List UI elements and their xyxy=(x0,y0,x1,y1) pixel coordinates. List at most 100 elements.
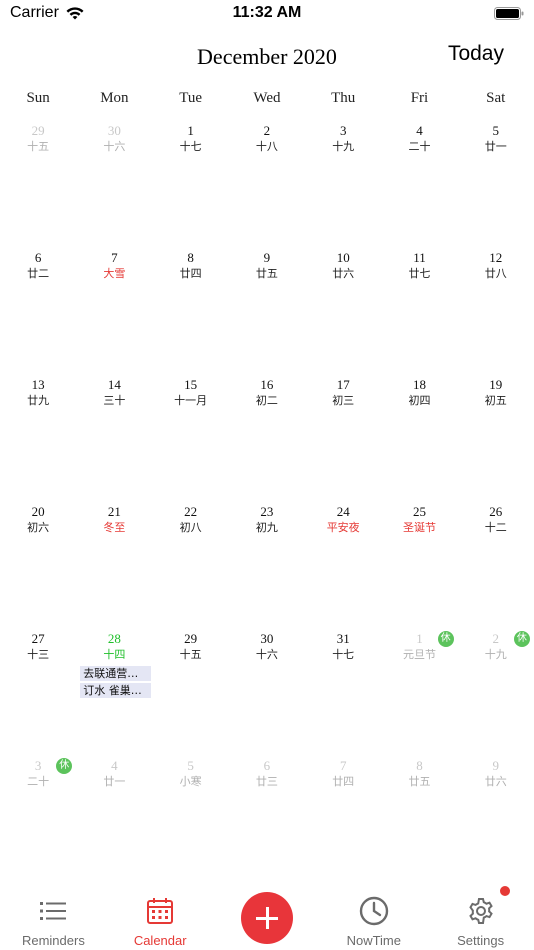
day-cell[interactable]: 4 廿一 xyxy=(76,755,152,882)
day-cell[interactable]: 19 初五 xyxy=(458,374,534,501)
lunar-date: 三十 xyxy=(103,394,126,407)
day-cell[interactable]: 30 十六 xyxy=(76,120,152,247)
lunar-date: 十七 xyxy=(332,648,355,661)
day-cell[interactable]: 4 二十 xyxy=(381,120,457,247)
day-cell[interactable]: 8 廿四 xyxy=(153,247,229,374)
lunar-date: 十一月 xyxy=(174,394,208,407)
lunar-date: 初二 xyxy=(255,394,278,407)
day-number: 25 xyxy=(412,504,426,519)
week-row: 20 初六 21 冬至 22 初八 23 初九 24 平安夜 25 圣诞节 26 十二 xyxy=(0,501,534,628)
tab-reminders[interactable]: Reminders xyxy=(0,880,107,950)
day-cell[interactable]: 3 十九 xyxy=(305,120,381,247)
calendar-icon xyxy=(147,898,174,924)
day-number: 11 xyxy=(413,250,426,265)
event-chip[interactable]: 订水 雀巢… xyxy=(80,683,151,698)
day-cell[interactable]: 14 三十 xyxy=(76,374,152,501)
tab-settings[interactable]: Settings xyxy=(427,880,534,950)
day-number: 17 xyxy=(336,377,350,392)
day-cell[interactable]: 31 十七 xyxy=(305,628,381,755)
lunar-date: 十四 xyxy=(103,648,126,661)
day-number: 6 xyxy=(263,758,271,773)
list-icon xyxy=(40,902,67,920)
day-number: 9 xyxy=(492,758,499,773)
day-cell[interactable]: 10 廿六 xyxy=(305,247,381,374)
day-number: 28 xyxy=(107,631,121,646)
day-cell[interactable]: 5 廿一 xyxy=(458,120,534,247)
add-button[interactable] xyxy=(241,892,293,944)
day-cell[interactable]: 24 平安夜 xyxy=(305,501,381,628)
lunar-date: 廿五 xyxy=(408,775,431,788)
day-cell[interactable]: 17 初三 xyxy=(305,374,381,501)
day-number: 9 xyxy=(263,250,271,265)
day-cell[interactable]: 9 廿六 xyxy=(458,755,534,882)
today-button[interactable]: Today xyxy=(448,42,504,66)
day-cell[interactable]: 26 十二 xyxy=(458,501,534,628)
day-cell[interactable]: 20 初六 xyxy=(0,501,76,628)
day-number: 6 xyxy=(34,250,42,265)
lunar-date: 十六 xyxy=(103,140,126,153)
day-cell-today[interactable]: 28 十四去联通营… 订水 雀巢… xyxy=(76,628,152,755)
day-cell[interactable]: 15 十一月 xyxy=(153,374,229,501)
lunar-date: 廿三 xyxy=(255,775,278,788)
festival-label: 大雪 xyxy=(103,267,126,280)
day-number: 16 xyxy=(260,377,274,392)
lunar-date: 廿二 xyxy=(27,267,50,280)
day-cell[interactable]: 6 廿二 xyxy=(0,247,76,374)
day-cell[interactable]: 18 初四 xyxy=(381,374,457,501)
day-cell[interactable]: 1 元旦节休 xyxy=(381,628,457,755)
day-cell[interactable]: 22 初八 xyxy=(153,501,229,628)
day-cell[interactable]: 29 十五 xyxy=(153,628,229,755)
day-number: 2 xyxy=(263,123,271,138)
lunar-date: 廿一 xyxy=(103,775,126,788)
day-number: 14 xyxy=(107,377,121,392)
day-number: 5 xyxy=(187,758,194,773)
lunar-date: 初五 xyxy=(484,394,507,407)
day-cell[interactable]: 25 圣诞节 xyxy=(381,501,457,628)
day-cell[interactable]: 8 廿五 xyxy=(381,755,457,882)
day-cell[interactable]: 5 小寒 xyxy=(153,755,229,882)
day-number: 7 xyxy=(339,758,347,773)
event-chip[interactable]: 去联通营… xyxy=(80,666,151,681)
day-cell[interactable]: 13 廿九 xyxy=(0,374,76,501)
day-cell[interactable]: 3 二十休 xyxy=(0,755,76,882)
lunar-date: 十九 xyxy=(332,140,355,153)
holiday-badge: 休 xyxy=(513,631,530,647)
day-cell[interactable]: 1 十七 xyxy=(153,120,229,247)
day-cell[interactable]: 7 大雪 xyxy=(76,247,152,374)
tab-settings-label: Settings xyxy=(457,933,505,948)
weekday-fri: Fri xyxy=(410,90,429,106)
lunar-date: 二十 xyxy=(408,140,431,153)
lunar-date: 十五 xyxy=(179,648,202,661)
weekday-wed: Wed xyxy=(253,90,281,106)
week-row: 6 廿二 7 大雪 8 廿四 9 廿五 10 廿六 11 廿七 12 廿八 xyxy=(0,247,534,374)
calendar-grid: 29 十五 30 十六 1 十七 2 十八 3 十九 4 二十 5 廿一 6 廿二 7 大雪 8 廿四 9 廿五 10 廿六 1… xyxy=(0,120,534,882)
lunar-date: 廿八 xyxy=(484,267,507,280)
day-cell[interactable]: 30 十六 xyxy=(229,628,305,755)
day-number: 23 xyxy=(260,504,274,519)
day-number: 27 xyxy=(31,631,45,646)
day-cell[interactable]: 12 廿八 xyxy=(458,247,534,374)
day-cell[interactable]: 16 初二 xyxy=(229,374,305,501)
day-cell[interactable]: 27 十三 xyxy=(0,628,76,755)
status-bar: Carrier 11:32 AM xyxy=(0,0,534,28)
day-cell[interactable]: 29 十五 xyxy=(0,120,76,247)
tab-calendar[interactable]: Calendar xyxy=(107,880,214,950)
tab-reminders-label: Reminders xyxy=(21,933,85,948)
lunar-date: 廿五 xyxy=(255,267,278,280)
festival-label: 冬至 xyxy=(103,521,126,534)
day-cell[interactable]: 2 十八 xyxy=(229,120,305,247)
day-number: 18 xyxy=(412,377,426,392)
day-number: 15 xyxy=(184,377,198,392)
tab-nowtime[interactable]: NowTime xyxy=(320,880,427,950)
day-cell[interactable]: 6 廿三 xyxy=(229,755,305,882)
day-cell[interactable]: 11 廿七 xyxy=(381,247,457,374)
day-cell[interactable]: 23 初九 xyxy=(229,501,305,628)
day-cell[interactable]: 21 冬至 xyxy=(76,501,152,628)
day-cell[interactable]: 2 十九休 xyxy=(458,628,534,755)
day-number: 31 xyxy=(336,631,350,646)
day-cell[interactable]: 9 廿五 xyxy=(229,247,305,374)
day-number: 22 xyxy=(184,504,198,519)
day-cell[interactable]: 7 廿四 xyxy=(305,755,381,882)
weekday-sun: Sun xyxy=(26,90,50,106)
week-row: 29 十五 30 十六 1 十七 2 十八 3 十九 4 二十 5 廿一 xyxy=(0,120,534,247)
